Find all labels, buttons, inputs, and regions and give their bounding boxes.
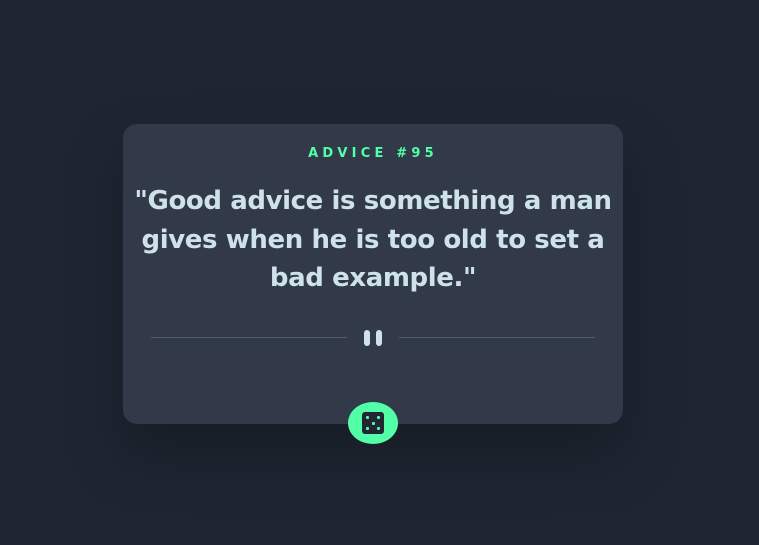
pattern-divider xyxy=(151,328,595,348)
generate-advice-button[interactable] xyxy=(348,402,398,444)
advice-number: ADVICE #95 xyxy=(308,146,438,161)
divider-line-right xyxy=(399,337,595,338)
pause-icon xyxy=(363,330,383,346)
advice-quote: "Good advice is something a man gives wh… xyxy=(134,186,612,293)
dice-icon xyxy=(362,412,384,434)
advice-card: ADVICE #95 "Good advice is something a m… xyxy=(123,124,623,444)
divider-line-left xyxy=(151,337,347,338)
